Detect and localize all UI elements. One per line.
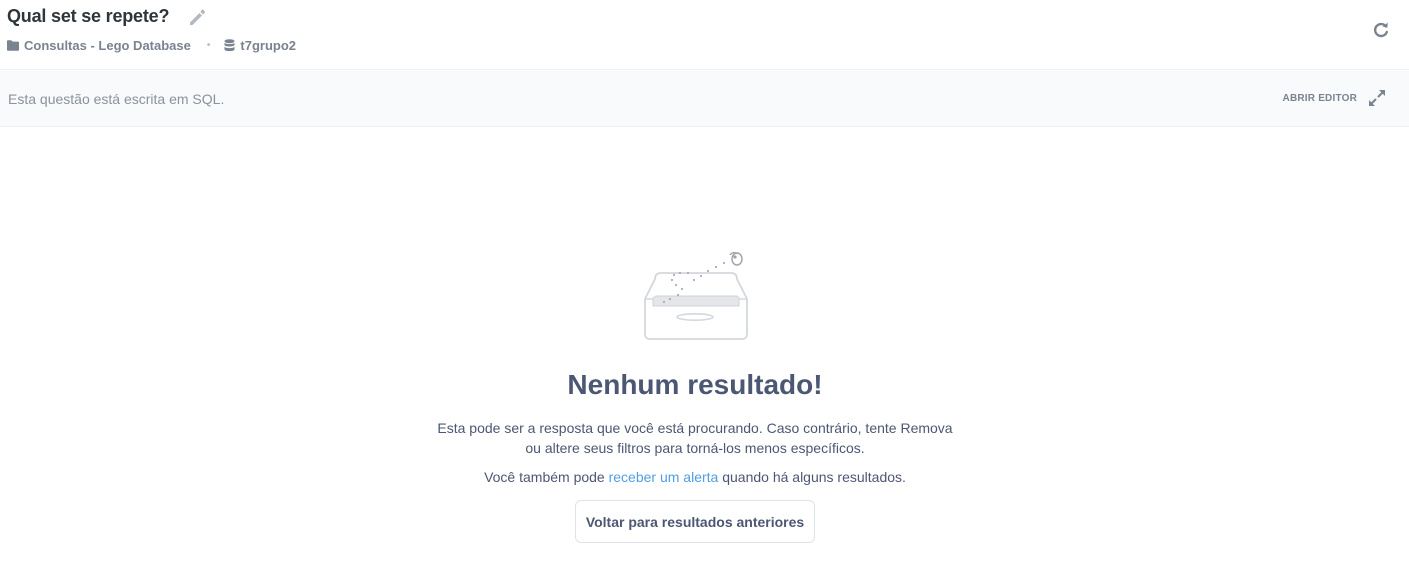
native-query-bar: Esta questão está escrita em SQL. ABRIR … xyxy=(0,71,1409,127)
sql-note: Esta questão está escrita em SQL. xyxy=(8,91,225,107)
empty-box-illustration xyxy=(644,251,748,340)
database-name: t7grupo2 xyxy=(240,38,297,53)
collection-link[interactable]: Consultas - Lego Database xyxy=(7,38,191,53)
collection-name: Consultas - Lego Database xyxy=(24,38,191,53)
open-editor-label: ABRIR EDITOR xyxy=(1282,92,1357,104)
open-editor-button[interactable]: ABRIR EDITOR xyxy=(1283,88,1387,108)
folder-icon xyxy=(7,40,19,51)
empty-heading: Nenhum resultado! xyxy=(567,369,823,400)
expand-icon xyxy=(1369,90,1385,106)
meta-separator: • xyxy=(206,40,211,51)
question-title[interactable]: Qual set se repete? xyxy=(7,6,169,27)
back-to-previous-results-button[interactable]: Voltar para resultados anteriores xyxy=(575,500,815,543)
empty-results: Nenhum resultado! Esta pode ser a respos… xyxy=(0,127,1409,573)
empty-description-line-1: Esta pode ser a resposta que você está p… xyxy=(437,420,953,436)
alert-suffix: quando há alguns resultados. xyxy=(718,469,906,485)
database-link[interactable]: t7grupo2 xyxy=(224,38,296,53)
receive-alert-link[interactable]: receber um alerta xyxy=(609,469,719,485)
alert-suggestion: Você também pode receber um alerta quand… xyxy=(0,469,1390,485)
question-header: Qual set se repete? Consultas - Lego Dat… xyxy=(0,0,1409,70)
alert-prefix: Você também pode xyxy=(484,469,609,485)
database-icon xyxy=(224,39,235,52)
title-row: Qual set se repete? xyxy=(7,6,207,27)
empty-description: Esta pode ser a resposta que você está p… xyxy=(0,418,1390,458)
refresh-icon[interactable] xyxy=(1371,20,1391,40)
pencil-icon[interactable] xyxy=(187,7,207,27)
empty-description-line-2: ou altere seus filtros para torná-los me… xyxy=(525,440,865,456)
question-meta: Consultas - Lego Database • t7grupo2 xyxy=(7,38,296,53)
